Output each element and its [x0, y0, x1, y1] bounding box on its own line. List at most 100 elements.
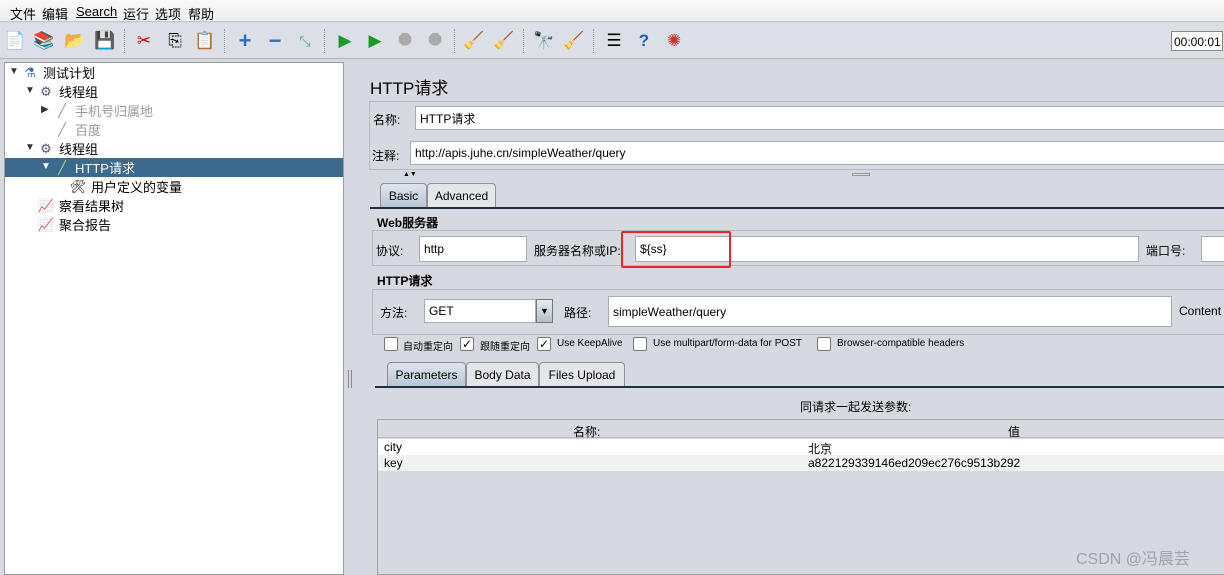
tab-advanced[interactable]: Advanced: [427, 183, 496, 207]
tab-body-data[interactable]: Body Data: [466, 362, 539, 386]
paste-icon[interactable]: 📋: [193, 29, 217, 53]
params-caption: 同请求一起发送参数:: [800, 400, 912, 414]
expand-toggle[interactable]: ▼: [41, 161, 51, 172]
table-row[interactable]: key a822129339146ed209ec276c9513b292: [378, 455, 1224, 471]
protocol-input[interactable]: http: [419, 236, 527, 262]
tree-node-test-plan[interactable]: ⚗ 测试计划: [21, 63, 95, 82]
page-title: HTTP请求: [370, 79, 449, 98]
tree-node-aggregate-report[interactable]: 📈 聚合报告: [37, 215, 111, 234]
table-header: 名称: 值: [378, 420, 1224, 439]
open-icon[interactable]: 📂: [63, 29, 87, 53]
comment-input[interactable]: http://apis.juhe.cn/simpleWeather/query: [410, 141, 1224, 165]
checkbox-label: Browser-compatible headers: [837, 338, 965, 349]
header-name: 名称:: [573, 425, 601, 439]
checkbox-label: 跟随重定向: [480, 342, 530, 353]
checkbox-label: Use KeepAlive: [557, 338, 623, 349]
port-input[interactable]: [1201, 236, 1224, 262]
remote-icon[interactable]: ✺: [662, 29, 686, 53]
stop-icon[interactable]: ⯃: [393, 29, 417, 53]
copy-icon[interactable]: ⎘: [163, 29, 187, 53]
tab-basic[interactable]: Basic: [380, 183, 427, 207]
checkbox-label: Use multipart/form-data for POST: [653, 338, 802, 349]
thread-group-icon: ⚙: [40, 140, 52, 156]
thread-group-icon: ⚙: [40, 83, 52, 99]
new-icon[interactable]: 📄: [3, 29, 27, 53]
checkbox-label: 自动重定向: [403, 342, 453, 353]
menu-help[interactable]: 帮助: [188, 4, 214, 23]
protocol-label: 协议:: [376, 244, 404, 258]
expand-toggle[interactable]: ▶: [41, 104, 49, 115]
shutdown-icon[interactable]: ⯃: [423, 29, 447, 53]
content-encoding-label: Content: [1179, 304, 1222, 318]
menu-search[interactable]: Search: [76, 4, 117, 19]
reset-search-icon[interactable]: 🧹: [562, 29, 586, 53]
sampler-icon: ╱: [58, 102, 66, 118]
splitter[interactable]: [344, 62, 358, 575]
expand-toggle[interactable]: ▼: [25, 142, 35, 153]
menu-run[interactable]: 运行: [123, 4, 149, 23]
server-label: 服务器名称或IP:: [534, 244, 621, 258]
tab-parameters[interactable]: Parameters: [387, 362, 466, 386]
path-label: 路径:: [564, 306, 592, 320]
tree-node-thread-group[interactable]: ⚙ 线程组: [37, 82, 98, 101]
test-plan-tree: ▼ ⚗ 测试计划 ▼ ⚙ 线程组 ▶ ╱ 手机号归属地 ╱ 百度 ▼ ⚙ 线程组 ╱ HTT…: [4, 62, 344, 575]
divider-arrows[interactable]: ▲▼: [403, 171, 417, 178]
listener-icon: 📈: [37, 197, 55, 213]
tree-node-disabled-sampler[interactable]: ╱ 百度: [53, 120, 101, 139]
name-input[interactable]: HTTP请求: [415, 106, 1224, 130]
path-input[interactable]: simpleWeather/query: [608, 296, 1172, 327]
menu-file[interactable]: 文件: [10, 4, 36, 23]
menu-bar: 文件 编辑 Search 运行 选项 帮助: [0, 0, 1224, 22]
checkbox-browser-headers[interactable]: [817, 337, 831, 351]
sampler-icon: ╱: [58, 121, 66, 137]
tab-divider: [370, 207, 1224, 209]
expand-toggle[interactable]: ▼: [9, 66, 19, 77]
http-request-title: HTTP请求: [377, 274, 433, 288]
menu-edit[interactable]: 编辑: [42, 4, 68, 23]
elapsed-timer: 00:00:01: [1171, 31, 1223, 51]
cut-icon[interactable]: ✂: [132, 29, 156, 53]
tree-node-disabled-sampler[interactable]: ╱ 手机号归属地: [53, 101, 153, 120]
method-select[interactable]: GET: [424, 299, 536, 323]
test-plan-icon: ⚗: [24, 64, 36, 80]
header-value: 值: [1008, 425, 1021, 439]
method-label: 方法:: [380, 306, 408, 320]
expand-toggle[interactable]: ▼: [25, 85, 35, 96]
checkbox-follow-redirect[interactable]: ✓: [460, 337, 474, 351]
tree-node-thread-group[interactable]: ⚙ 线程组: [37, 139, 98, 158]
tab-files-upload[interactable]: Files Upload: [539, 362, 625, 386]
clear-icon[interactable]: 🧹: [462, 29, 486, 53]
toolbar: 📄 📚 📂 💾 ✂ ⎘ 📋 + − ⤡ ▶ ▶ ⯃ ⯃ 🧹 🧹 🔭 🧹 ☰ ? …: [0, 23, 1224, 59]
table-row[interactable]: city 北京: [378, 439, 1224, 456]
checkbox-keepalive[interactable]: ✓: [537, 337, 551, 351]
sampler-icon: ╱: [58, 159, 66, 175]
templates-icon[interactable]: 📚: [32, 29, 56, 53]
expand-icon[interactable]: +: [233, 28, 257, 53]
help-icon[interactable]: ?: [632, 29, 656, 53]
divider-handle[interactable]: [852, 173, 870, 176]
comment-label: 注释:: [372, 149, 400, 163]
web-server-title: Web服务器: [377, 216, 439, 230]
menu-options[interactable]: 选项: [155, 4, 181, 23]
save-icon[interactable]: 💾: [93, 29, 117, 53]
function-helper-icon[interactable]: ☰: [602, 29, 626, 53]
tree-node-user-variables[interactable]: 🛠 用户定义的变量: [69, 177, 182, 196]
checkbox-multipart[interactable]: [633, 337, 647, 351]
search-icon[interactable]: 🔭: [532, 29, 556, 53]
tree-node-http-request[interactable]: ╱ HTTP请求: [5, 158, 343, 177]
listener-icon: 📈: [37, 216, 55, 232]
highlight-box: [621, 231, 731, 268]
clear-all-icon[interactable]: 🧹: [492, 29, 516, 53]
toggle-icon[interactable]: ⤡: [293, 29, 317, 53]
tree-node-results-tree[interactable]: 📈 察看结果树: [37, 196, 124, 215]
checkbox-auto-redirect[interactable]: [384, 337, 398, 351]
watermark: CSDN @冯晨芸: [1076, 551, 1191, 568]
start-icon[interactable]: ▶: [333, 29, 357, 53]
chevron-down-icon[interactable]: ▼: [536, 299, 553, 323]
config-icon: 🛠: [69, 178, 87, 194]
start-no-pause-icon[interactable]: ▶: [363, 29, 387, 53]
port-label: 端口号:: [1146, 244, 1186, 258]
subtab-divider: [375, 386, 1224, 388]
collapse-icon[interactable]: −: [263, 28, 287, 53]
name-label: 名称:: [373, 113, 401, 127]
